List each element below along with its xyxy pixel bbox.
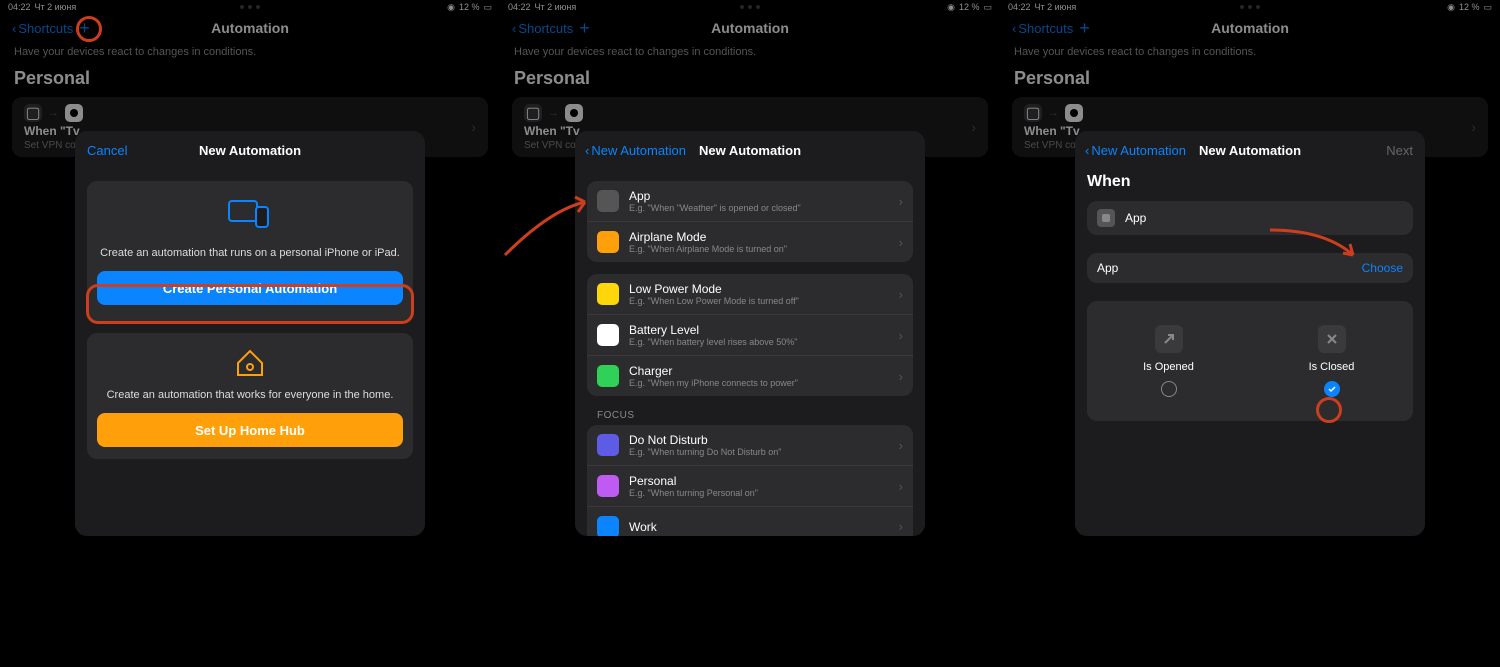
trigger-label: App — [629, 189, 801, 203]
trigger-label: Low Power Mode — [629, 282, 799, 296]
modal-title: New Automation — [699, 143, 801, 158]
trigger-label: Battery Level — [629, 323, 797, 337]
app-icon — [1097, 209, 1115, 227]
trigger-row-do-not-disturb[interactable]: Do Not Disturb E.g. "When turning Do Not… — [587, 425, 913, 465]
trigger-icon — [597, 365, 619, 387]
trigger-icon — [597, 231, 619, 253]
app-label: App — [1125, 211, 1146, 225]
trigger-group-1: App E.g. "When "Weather" is opened or cl… — [587, 181, 913, 262]
trigger-list-modal: ‹ New Automation New Automation App E.g.… — [575, 131, 925, 536]
back-new-automation[interactable]: ‹ New Automation — [1085, 143, 1186, 158]
open-close-options: Is Opened Is Closed — [1087, 301, 1413, 421]
radio-unchecked[interactable] — [1161, 381, 1177, 397]
trigger-sub: E.g. "When "Weather" is opened or closed… — [629, 203, 801, 213]
devices-icon — [228, 197, 272, 231]
trigger-sub: E.g. "When Airplane Mode is turned on" — [629, 244, 787, 254]
next-button[interactable]: Next — [1386, 143, 1413, 158]
trigger-icon — [597, 190, 619, 212]
chevron-right-icon: › — [899, 369, 903, 384]
setup-home-hub-button[interactable]: Set Up Home Hub — [97, 413, 403, 447]
trigger-label: Do Not Disturb — [629, 433, 781, 447]
trigger-label: Charger — [629, 364, 798, 378]
chevron-right-icon: › — [899, 479, 903, 494]
trigger-sub: E.g. "When turning Do Not Disturb on" — [629, 447, 781, 457]
trigger-label: Personal — [629, 474, 758, 488]
home-automation-section: Create an automation that works for ever… — [87, 333, 413, 459]
when-heading: When — [1075, 169, 1425, 201]
focus-label: FOCUS — [597, 410, 925, 421]
modal-title: New Automation — [1199, 143, 1301, 158]
trigger-row-personal[interactable]: Personal E.g. "When turning Personal on"… — [587, 465, 913, 506]
trigger-row-airplane-mode[interactable]: Airplane Mode E.g. "When Airplane Mode i… — [587, 221, 913, 262]
chevron-right-icon: › — [899, 519, 903, 534]
chevron-right-icon: › — [899, 287, 903, 302]
trigger-sub: E.g. "When Low Power Mode is turned off" — [629, 296, 799, 306]
trigger-group-3: Do Not Disturb E.g. "When turning Do Not… — [587, 425, 913, 536]
create-personal-automation-button[interactable]: Create Personal Automation — [97, 271, 403, 305]
app-choose-row[interactable]: App Choose — [1087, 253, 1413, 283]
trigger-icon — [597, 283, 619, 305]
trigger-row-work[interactable]: Work › — [587, 506, 913, 536]
opt-closed-label: Is Closed — [1309, 361, 1355, 373]
home-desc: Create an automation that works for ever… — [97, 389, 403, 401]
chevron-right-icon: › — [899, 438, 903, 453]
trigger-group-2: Low Power Mode E.g. "When Low Power Mode… — [587, 274, 913, 396]
personal-automation-section: Create an automation that runs on a pers… — [87, 181, 413, 321]
trigger-icon — [597, 475, 619, 497]
pane-1: 04:22 Чт 2 июня ◉ 12 % ▭ ‹ Shortcuts + A… — [0, 0, 500, 667]
trigger-row-charger[interactable]: Charger E.g. "When my iPhone connects to… — [587, 355, 913, 396]
x-icon — [1318, 325, 1346, 353]
personal-desc: Create an automation that runs on a pers… — [97, 247, 403, 259]
home-icon — [234, 347, 266, 379]
trigger-sub: E.g. "When my iPhone connects to power" — [629, 378, 798, 388]
trigger-icon — [597, 434, 619, 456]
arrow-up-right-icon — [1155, 325, 1183, 353]
trigger-icon — [597, 516, 619, 537]
trigger-sub: E.g. "When battery level rises above 50%… — [629, 337, 797, 347]
chevron-right-icon: › — [899, 328, 903, 343]
option-is-opened[interactable]: Is Opened — [1087, 301, 1250, 421]
chevron-right-icon: › — [899, 194, 903, 209]
app-field-label: App — [1097, 261, 1118, 275]
back-new-automation[interactable]: ‹ New Automation — [585, 143, 686, 158]
chevron-right-icon: › — [899, 235, 903, 250]
trigger-sub: E.g. "When turning Personal on" — [629, 488, 758, 498]
new-automation-modal: Cancel New Automation Create an automati… — [75, 131, 425, 536]
app-trigger-config-modal: ‹ New Automation New Automation Next Whe… — [1075, 131, 1425, 536]
app-trigger-row: App — [1087, 201, 1413, 235]
modal-title: New Automation — [199, 143, 301, 158]
trigger-label: Work — [629, 520, 657, 534]
radio-checked[interactable] — [1324, 381, 1340, 397]
trigger-row-low-power-mode[interactable]: Low Power Mode E.g. "When Low Power Mode… — [587, 274, 913, 314]
choose-button[interactable]: Choose — [1362, 261, 1403, 275]
opt-open-label: Is Opened — [1143, 361, 1194, 373]
trigger-row-battery-level[interactable]: Battery Level E.g. "When battery level r… — [587, 314, 913, 355]
option-is-closed[interactable]: Is Closed — [1250, 301, 1413, 421]
trigger-icon — [597, 324, 619, 346]
cancel-button[interactable]: Cancel — [87, 143, 127, 158]
trigger-row-app[interactable]: App E.g. "When "Weather" is opened or cl… — [587, 181, 913, 221]
trigger-label: Airplane Mode — [629, 230, 787, 244]
